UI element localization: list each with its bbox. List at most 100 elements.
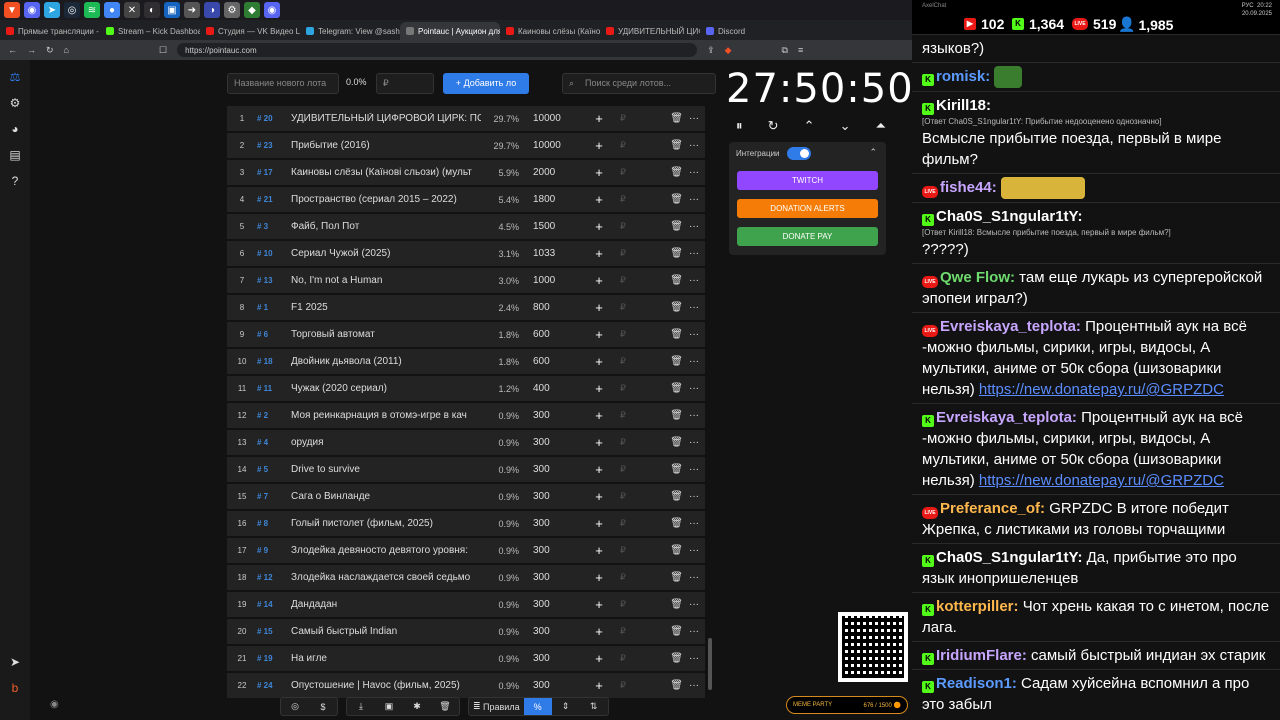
chat-username[interactable]: fishe44: [940, 179, 997, 196]
lot-amount[interactable]: 300 [523, 437, 589, 448]
chat-link[interactable]: https://new.donatepay.ru/@GRPZDC [979, 472, 1224, 489]
add-amount-icon[interactable]: + [589, 489, 609, 504]
lot-name[interactable]: Пространство (сериал 2015 – 2022) [291, 194, 481, 205]
tab-youtube-2[interactable]: Каиновы слёзы (Каїнові сл [500, 22, 600, 40]
steam-icon[interactable]: ◎ [64, 2, 80, 18]
lot-amount[interactable]: 1800 [523, 194, 589, 205]
add-amount-icon[interactable]: + [589, 597, 609, 612]
lot-amount[interactable]: 400 [523, 383, 589, 394]
chat-username[interactable]: Cha0S_S1ngular1tY: [936, 208, 1082, 225]
lot-amount[interactable]: 300 [523, 599, 589, 610]
more-icon[interactable]: ··· [683, 653, 705, 664]
menu-icon[interactable]: ≡ [798, 45, 803, 55]
spotify-icon[interactable]: ≋ [84, 2, 100, 18]
chat-username[interactable]: kotterpiller: [936, 598, 1019, 615]
back-icon[interactable]: ← [8, 45, 17, 55]
add-lot-button[interactable]: + Добавить ло [443, 73, 529, 94]
lot-amount[interactable]: 300 [523, 545, 589, 556]
delete-icon[interactable]: 🗑 [637, 356, 683, 367]
add-amount-icon[interactable]: + [589, 165, 609, 180]
lot-name[interactable]: F1 2025 [291, 302, 481, 313]
save-icon[interactable]: ▣ [375, 698, 403, 715]
delete-icon[interactable]: 🗑 [637, 383, 683, 394]
lot-amount[interactable]: 300 [523, 491, 589, 502]
lot-name[interactable]: Самый быстрый Indian [291, 626, 481, 637]
more-icon[interactable]: ··· [683, 329, 705, 340]
dollar-icon[interactable]: $ [309, 698, 337, 715]
tab-kick[interactable]: Stream – Kick Dashboard [100, 22, 200, 40]
lot-name[interactable]: Торговый автомат [291, 329, 481, 340]
settings-icon[interactable]: ⚙ [7, 96, 23, 112]
delete-icon[interactable]: 🗑 [637, 221, 683, 232]
delete-icon[interactable]: 🗑 [637, 437, 683, 448]
more-icon[interactable]: ··· [683, 545, 705, 556]
lot-name[interactable]: На игле [291, 653, 481, 664]
history-icon[interactable]: ▤ [7, 148, 23, 164]
chat-link[interactable]: https://new.donatepay.ru/@GRPZDC [979, 381, 1224, 398]
delete-icon[interactable]: 🗑 [637, 140, 683, 151]
ruble-icon[interactable]: ₽ [609, 626, 637, 637]
bug-icon[interactable]: ✱ [403, 698, 431, 715]
add-amount-icon[interactable]: + [589, 678, 609, 693]
chat-username[interactable]: IridiumFlare: [936, 647, 1027, 664]
add-amount-icon[interactable]: + [589, 516, 609, 531]
add-amount-icon[interactable]: + [589, 570, 609, 585]
chat-username[interactable]: romisk: [936, 68, 990, 85]
lot-name[interactable]: Голый пистолет (фильм, 2025) [291, 518, 481, 529]
lot-amount[interactable]: 300 [523, 680, 589, 691]
lot-amount[interactable]: 10000 [523, 113, 589, 124]
browser-icon[interactable]: ▣ [164, 2, 180, 18]
add-amount-icon[interactable]: + [589, 300, 609, 315]
lot-name[interactable]: Злодейка наслаждается своей седьмо [291, 572, 481, 583]
ruble-icon[interactable]: ₽ [609, 680, 637, 691]
more-icon[interactable]: ··· [683, 302, 705, 313]
lot-name[interactable]: Прибытие (2016) [291, 140, 481, 151]
lot-name[interactable]: Файб, Пол Пот [291, 221, 481, 232]
more-icon[interactable]: ··· [683, 410, 705, 421]
tab-telegram[interactable]: Telegram: View @sashaicon [300, 22, 400, 40]
more-icon[interactable]: ··· [683, 383, 705, 394]
delete-icon[interactable]: 🗑 [637, 464, 683, 475]
lot-amount[interactable]: 300 [523, 518, 589, 529]
more-icon[interactable]: ··· [683, 518, 705, 529]
ruble-icon[interactable]: ₽ [609, 356, 637, 367]
more-icon[interactable]: ··· [683, 437, 705, 448]
close-app-icon[interactable]: ✕ [124, 2, 140, 18]
chat-username[interactable]: Evreiskaya_teplota: [936, 409, 1077, 426]
delete-icon[interactable]: 🗑 [637, 410, 683, 421]
more-icon[interactable]: ··· [683, 221, 705, 232]
delete-icon[interactable]: 🗑 [637, 680, 683, 691]
delete-icon[interactable]: 🗑 [637, 572, 683, 583]
ruble-icon[interactable]: ₽ [609, 518, 637, 529]
forward-icon[interactable]: → [27, 45, 36, 55]
auction-icon[interactable]: ⚖ [7, 70, 23, 86]
add-amount-icon[interactable]: + [589, 624, 609, 639]
delete-icon[interactable]: 🗑 [637, 626, 683, 637]
lot-name[interactable]: орудия [291, 437, 481, 448]
lot-amount[interactable]: 800 [523, 302, 589, 313]
lot-amount[interactable]: 300 [523, 626, 589, 637]
reset-icon[interactable]: ↻ [768, 118, 779, 134]
tab-youtube-3[interactable]: УДИВИТЕЛЬНЫЙ ЦИФРОВ [600, 22, 700, 40]
more-icon[interactable]: ··· [683, 356, 705, 367]
ruble-icon[interactable]: ₽ [609, 383, 637, 394]
settings-icon[interactable]: ⚙ [224, 2, 240, 18]
extensions-icon[interactable]: ⧉ [782, 45, 788, 56]
integrations-toggle[interactable] [787, 147, 811, 160]
new-lot-amount-input[interactable]: ₽ [376, 73, 434, 94]
discord-2-icon[interactable]: ◉ [264, 2, 280, 18]
lot-name[interactable]: Моя реинкарнация в отомэ-игре в кач [291, 410, 481, 421]
rules-button[interactable]: ≣ Правила [469, 698, 524, 715]
new-lot-input[interactable]: Название нового лота [227, 73, 339, 94]
lot-amount[interactable]: 300 [523, 653, 589, 664]
ruble-icon[interactable]: ₽ [609, 653, 637, 664]
green-app-icon[interactable]: ◆ [244, 2, 260, 18]
lot-name[interactable]: Drive to survive [291, 464, 481, 475]
brave-icon[interactable]: ▼ [4, 2, 20, 18]
trash-icon[interactable]: 🗑 [431, 698, 459, 715]
add-amount-icon[interactable]: + [589, 138, 609, 153]
add-time-icon[interactable]: ⌃ [804, 118, 815, 134]
lot-name[interactable]: Опустошение | Havoc (фильм, 2025) [291, 680, 481, 691]
lot-amount[interactable]: 2000 [523, 167, 589, 178]
extend-icon[interactable]: ⏶ [876, 118, 886, 134]
